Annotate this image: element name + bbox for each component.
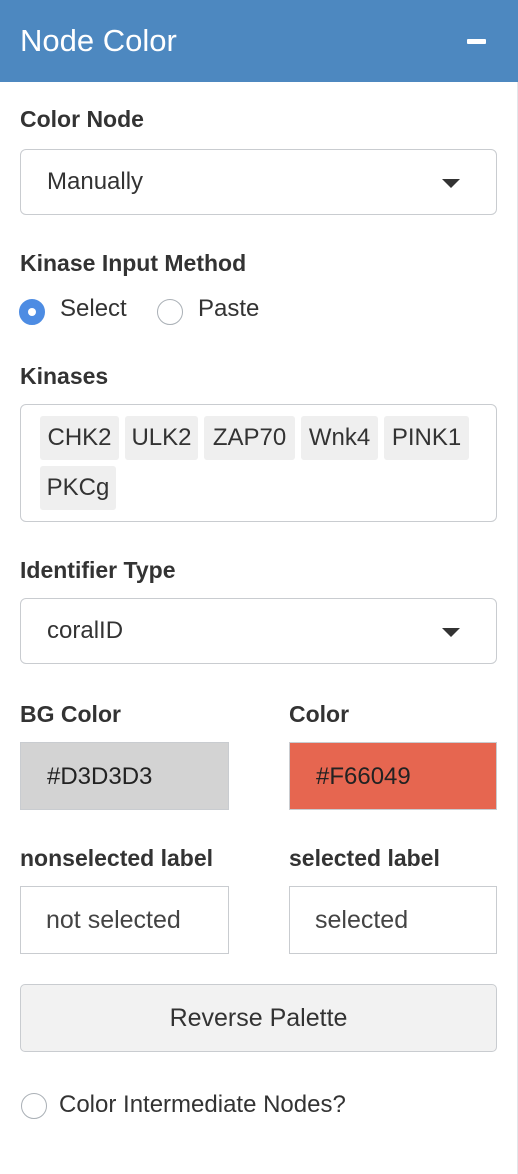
color-value: #F66049 [316, 763, 411, 790]
selected-label-input[interactable]: selected [289, 886, 497, 954]
chevron-down-icon [442, 179, 460, 188]
reverse-palette-label: Reverse Palette [169, 1004, 348, 1032]
kinases-multiselect[interactable]: CHK2 ULK2 ZAP70 Wnk4 PINK1 PKCg [20, 404, 497, 522]
node-color-panel: Node Color Color Node Manually Kinase In… [0, 0, 518, 1174]
nonselected-label-input[interactable]: not selected [20, 886, 229, 954]
color-input[interactable]: #F66049 [289, 742, 497, 810]
selected-label-label: selected label [289, 845, 440, 871]
identifier-type-label: Identifier Type [20, 557, 176, 583]
selected-label-value: selected [315, 906, 409, 934]
kinase-chip[interactable]: PINK1 [384, 416, 469, 460]
bg-color-label: BG Color [20, 701, 121, 727]
bg-color-value: #D3D3D3 [47, 763, 153, 790]
radio-paste-label[interactable]: Paste [198, 294, 259, 324]
chevron-down-icon [442, 628, 460, 637]
kinase-chip[interactable]: ZAP70 [204, 416, 295, 460]
identifier-type-value: coralID [47, 617, 124, 644]
color-label: Color [289, 701, 350, 727]
kinase-chip[interactable]: Wnk4 [301, 416, 378, 460]
kinase-chip[interactable]: PKCg [40, 466, 116, 510]
panel-header: Node Color [0, 0, 518, 82]
color-node-value: Manually [47, 168, 144, 195]
kinase-input-method-label: Kinase Input Method [20, 250, 247, 276]
nonselected-label-value: not selected [46, 906, 181, 934]
reverse-palette-button[interactable]: Reverse Palette [20, 984, 497, 1052]
panel-title: Node Color [20, 23, 177, 58]
radio-paste[interactable] [157, 299, 183, 325]
color-node-select[interactable]: Manually [20, 149, 497, 215]
kinases-label: Kinases [20, 363, 109, 389]
identifier-type-select[interactable]: coralID [20, 598, 497, 664]
kinase-chip[interactable]: CHK2 [40, 416, 119, 460]
nonselected-label-label: nonselected label [20, 845, 214, 871]
color-intermediate-nodes-label[interactable]: Color Intermediate Nodes? [59, 1090, 346, 1120]
color-intermediate-nodes-checkbox[interactable] [21, 1093, 47, 1119]
radio-select-label[interactable]: Select [60, 294, 127, 324]
radio-select[interactable] [19, 299, 45, 325]
kinase-chip[interactable]: ULK2 [125, 416, 198, 460]
color-node-label: Color Node [20, 106, 144, 132]
bg-color-input[interactable]: #D3D3D3 [20, 742, 229, 810]
minus-icon[interactable] [464, 28, 490, 54]
